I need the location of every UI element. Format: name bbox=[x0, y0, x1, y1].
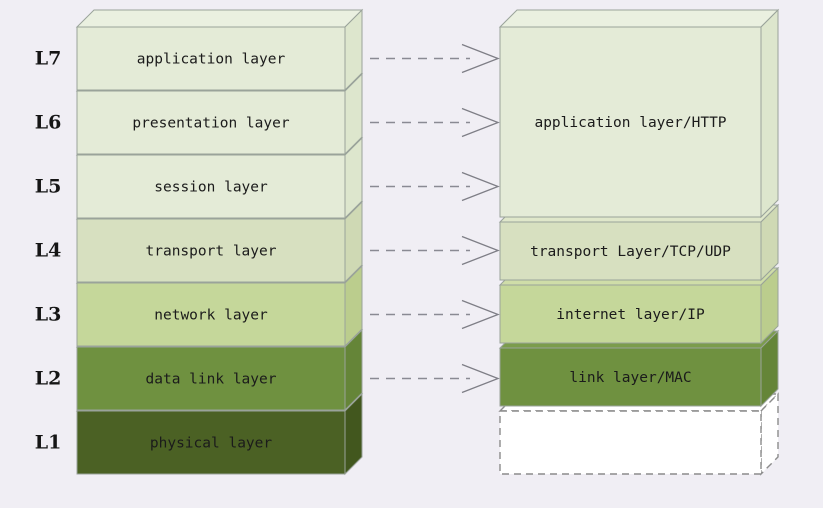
layer-box-label: data link layer bbox=[146, 372, 277, 388]
osi-level-label-l2: L2 bbox=[35, 368, 62, 390]
layer-box-label: internet layer/IP bbox=[556, 307, 705, 323]
layer-box-label: presentation layer bbox=[132, 116, 289, 132]
mapping-arrow-group bbox=[370, 43, 500, 394]
osi-level-label-l4: L4 bbox=[35, 240, 62, 262]
layer-box-label: application layer bbox=[137, 52, 286, 68]
layer-box-label: network layer bbox=[154, 308, 268, 324]
mapping-arrow-l3 bbox=[370, 299, 500, 330]
osi-tcpip-mapping-diagram: physical layer data link layer network lay… bbox=[35, 8, 780, 476]
osi-layer-l7[interactable]: application layer bbox=[75, 8, 364, 92]
mapping-arrow-l5 bbox=[370, 171, 500, 202]
layer-box-label: session layer bbox=[154, 180, 268, 196]
tcpip-stack-group: link layer/MAC internet layer/IP transport… bbox=[498, 8, 780, 476]
tcpip-layer-t4[interactable]: application layer/HTTP bbox=[498, 8, 780, 219]
osi-level-label-l6: L6 bbox=[35, 112, 62, 134]
mapping-arrow-l2 bbox=[370, 363, 500, 394]
osi-level-label-l7: L7 bbox=[35, 48, 62, 70]
layer-box-label: application layer/HTTP bbox=[534, 115, 726, 131]
osi-level-label-l5: L5 bbox=[35, 176, 62, 198]
mapping-arrow-l4 bbox=[370, 235, 500, 266]
layer-box-label: transport Layer/TCP/UDP bbox=[530, 244, 731, 260]
diagram-canvas: physical layer data link layer network lay… bbox=[0, 0, 823, 508]
layer-box-label: physical layer bbox=[150, 436, 272, 452]
mapping-arrow-l7 bbox=[370, 43, 500, 74]
mapping-arrow-l6 bbox=[370, 107, 500, 138]
layer-box-label: transport layer bbox=[146, 244, 277, 260]
layer-box-label: link layer/MAC bbox=[569, 370, 691, 386]
osi-stack-group: physical layer data link layer network lay… bbox=[35, 8, 364, 476]
osi-level-label-l1: L1 bbox=[35, 432, 62, 454]
osi-level-label-l3: L3 bbox=[35, 304, 62, 326]
